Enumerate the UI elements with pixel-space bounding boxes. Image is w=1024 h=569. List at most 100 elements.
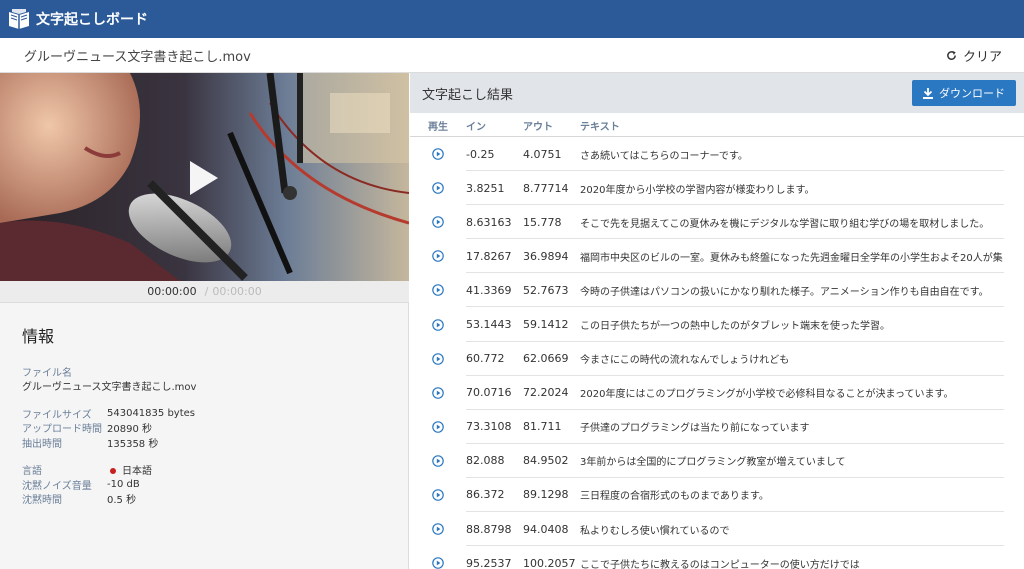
table-row: 70.0716 72.2024 2020年度にはこのプログラミングが小学校で必修科目… [410, 376, 1024, 410]
book-logo-icon [9, 9, 29, 29]
cell-text: 2020年度から小学校の学習内容が様変わりします。 [580, 184, 815, 196]
cell-in: 86.372 [466, 488, 505, 502]
silence-label: 沈黙時間 [22, 495, 62, 507]
language-dot-icon [110, 468, 116, 475]
play-button[interactable] [410, 557, 466, 569]
info-title: 情報 [22, 327, 55, 346]
table-row: 60.772 62.0669 今まさにこの時代の流れなんでしょうけれども [410, 342, 1024, 376]
table-row: 82.088 84.9502 3年前からは全国的にプログラミング教室が増えていまして [410, 444, 1024, 478]
noise-value: -10 dB [107, 478, 140, 490]
table-row: 41.3369 52.7673 今時の子供達はパソコンの扱いにかなり馴れた様子。アニ… [410, 273, 1024, 308]
cell-in: 95.2537 [466, 556, 512, 569]
table-row: 17.8267 36.9894 福岡市中央区のビルの一室。夏休みも終盤になった先週金… [410, 239, 1024, 274]
filename-label: ファイル名 [22, 368, 72, 379]
cell-out: 8.77714 [523, 181, 569, 195]
play-button[interactable] [410, 284, 466, 297]
time-separator: / [204, 285, 209, 298]
file-bar: グルーヴニュース文字書き起こし.mov クリア [0, 38, 1024, 73]
app-header: 文字起こしボード [0, 0, 1024, 38]
cell-out: 15.778 [523, 215, 562, 229]
cell-out: 100.2057 [523, 556, 576, 569]
results-panel: 文字起こし結果 ダウンロード 再生 イン アウト テキスト -0.25 4.075… [410, 73, 1024, 569]
play-button[interactable] [410, 352, 466, 365]
refresh-icon [947, 50, 956, 60]
play-button[interactable] [410, 489, 466, 501]
play-circle-icon [432, 182, 444, 194]
silence-value: 0.5 秒 [107, 495, 137, 507]
download-button[interactable]: ダウンロード [912, 80, 1016, 106]
results-table: -0.25 4.0751 さあ続いてはこちらのコーナーです。 3.8251 8.7771… [410, 137, 1024, 569]
play-button[interactable] [410, 386, 466, 399]
play-button[interactable] [410, 523, 466, 535]
cell-in: 70.0716 [466, 386, 512, 400]
table-row: 73.3108 81.711 子供達のプログラミングは当たり前になっています [410, 410, 1024, 444]
app-title: 文字起こしボード [36, 12, 148, 28]
results-title: 文字起こし結果 [422, 87, 514, 103]
play-circle-icon [432, 352, 444, 365]
clear-button[interactable]: クリア [946, 46, 1002, 65]
filesize-label: ファイルサイズ [22, 409, 92, 421]
table-row: 86.372 89.1298 三日程度の合宿形式のものまであります。 [410, 478, 1024, 513]
cell-out: 59.1412 [523, 318, 569, 332]
play-circle-icon [432, 250, 444, 263]
cell-text: 私よりむしろ使い慣れているので [580, 525, 730, 537]
play-button[interactable] [410, 250, 466, 263]
cell-out: 81.711 [523, 420, 562, 434]
cell-text: 3年前からは全国的にプログラミング教室が増えていまして [580, 457, 846, 469]
play-circle-icon [432, 489, 444, 501]
file-name: グルーヴニュース文字書き起こし.mov [24, 49, 251, 65]
cell-out: 84.9502 [523, 454, 569, 468]
cell-text: ここで子供たちに教えるのはコンピューターの使い方だけでは [580, 559, 860, 569]
play-button[interactable] [410, 148, 466, 160]
download-icon [923, 87, 933, 99]
table-row: 3.8251 8.77714 2020年度から小学校の学習内容が様変わりします。 [410, 171, 1024, 206]
cell-text: そこで先を見据えてこの夏休みを機にデジタルな学習に取り組む学びの場を取材しました… [580, 218, 990, 230]
table-row: -0.25 4.0751 さあ続いてはこちらのコーナーです。 [410, 137, 1024, 172]
cell-in: 8.63163 [466, 215, 512, 229]
cell-text: 福岡市中央区のビルの一室。夏休みも終盤になった先週金曜日全学年の小学生およそ20… [580, 252, 1003, 264]
play-button[interactable] [410, 455, 466, 467]
extract-value: 135358 秒 [107, 438, 159, 450]
cell-text: 三日程度の合宿形式のものまであります。 [580, 491, 769, 503]
current-time: 00:00:00 [147, 285, 197, 298]
left-panel: 00:00:00 / 00:00:00 情報 ファイル名 グルーヴニュース文字書… [0, 73, 409, 569]
play-circle-icon [432, 284, 444, 297]
upload-value: 20890 秒 [107, 424, 152, 436]
cell-in: 41.3369 [466, 283, 512, 297]
col-text: テキスト [580, 122, 620, 133]
cell-in: 53.1443 [466, 318, 512, 332]
upload-label: アップロード時間 [22, 424, 102, 436]
filesize-value: 543041835 bytes [107, 407, 195, 419]
cell-out: 94.0408 [523, 522, 569, 536]
cell-in: 88.8798 [466, 522, 512, 536]
download-label: ダウンロード [939, 87, 1005, 100]
filename-value: グルーヴニュース文字書き起こし.mov [22, 382, 197, 393]
table-row: 88.8798 94.0408 私よりむしろ使い慣れているので [410, 512, 1024, 547]
col-play: 再生 [428, 122, 448, 133]
table-row: 8.63163 15.778 そこで先を見据えてこの夏休みを機にデジタルな学習に取り… [410, 205, 1024, 240]
col-in: イン [466, 122, 486, 133]
filename-group: ファイル名 グルーヴニュース文字書き起こし.mov [22, 364, 392, 393]
play-circle-icon [432, 386, 444, 399]
cell-text: さあ続いてはこちらのコーナーです。 [580, 150, 748, 162]
language-value: 日本語 [107, 462, 152, 477]
table-row: 53.1443 59.1412 この日子供たちが一つの熱中したのがタブレット端末を使… [410, 307, 1024, 342]
cell-in: 3.8251 [466, 181, 505, 195]
noise-label: 沈黙ノイズ音量 [22, 480, 92, 492]
play-button[interactable] [410, 216, 466, 229]
cell-in: 17.8267 [466, 249, 512, 263]
play-circle-icon [432, 557, 444, 569]
play-button[interactable] [410, 420, 466, 433]
total-time: 00:00:00 [212, 285, 262, 298]
file-stats-group: ファイルサイズ 543041835 bytes アップロード時間 20890 秒… [22, 406, 392, 450]
play-button[interactable] [410, 318, 466, 331]
cell-text: 2020年度にはこのプログラミングが小学校で必修科目なることが決まっています。 [580, 389, 954, 401]
video-frame [0, 73, 409, 281]
clear-label: クリア [962, 49, 1002, 65]
time-bar: 00:00:00 / 00:00:00 [0, 281, 409, 303]
cell-out: 4.0751 [523, 147, 562, 161]
play-button[interactable] [410, 182, 466, 194]
video-player[interactable] [0, 73, 409, 281]
cell-text: 子供達のプログラミングは当たり前になっています [580, 423, 810, 435]
col-out: アウト [523, 122, 553, 133]
